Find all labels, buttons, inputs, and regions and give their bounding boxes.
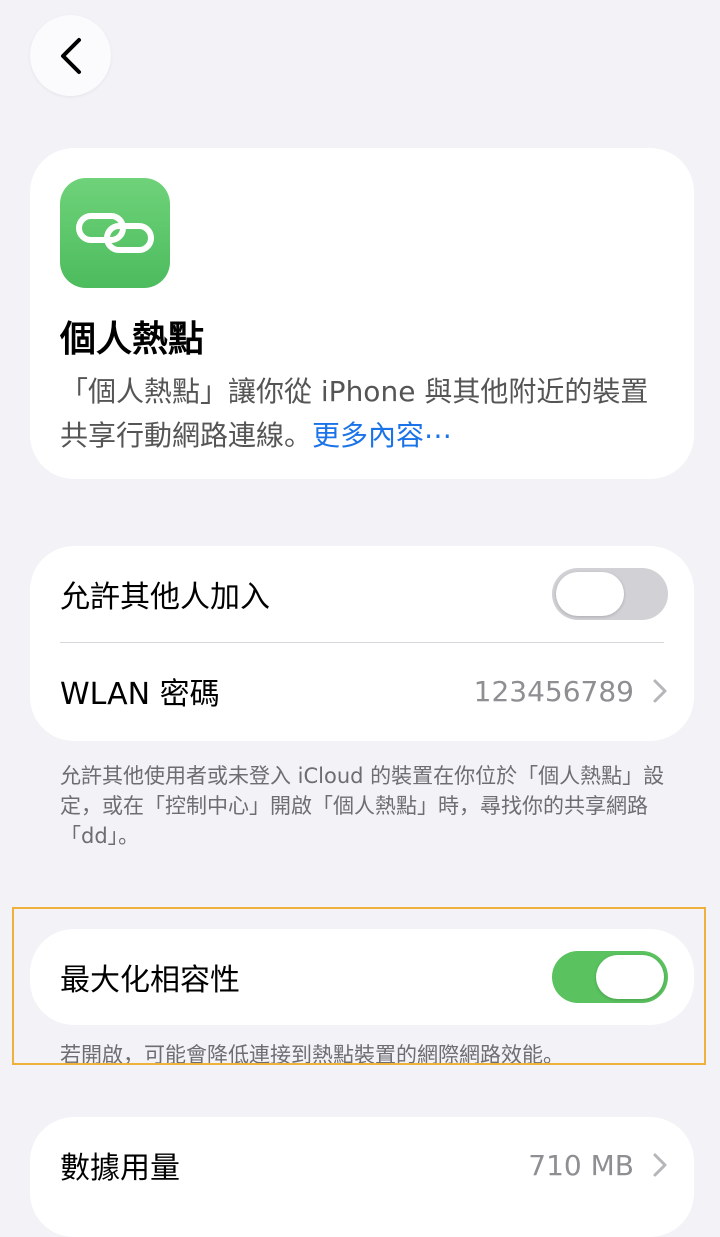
allow-others-toggle[interactable]	[552, 568, 668, 620]
wlan-password-label: WLAN 密碼	[60, 677, 220, 712]
more-info-link[interactable]: 更多內容⋯	[312, 419, 452, 452]
data-usage-row[interactable]: 數據用量 710 MB	[30, 1117, 694, 1213]
chevron-left-icon	[60, 37, 81, 74]
data-usage-card: 數據用量 710 MB	[30, 1117, 694, 1237]
chevron-right-icon	[653, 679, 667, 703]
chevron-right-icon	[653, 1153, 667, 1177]
link-chain-icon	[60, 178, 170, 288]
data-usage-value: 710 MB	[528, 1148, 634, 1182]
data-usage-label: 數據用量	[60, 1151, 180, 1186]
allow-others-row: 允許其他人加入	[30, 546, 694, 642]
hotspot-description: 「個人熱點」讓你從 iPhone 與其他附近的裝置共享行動網路連線。更多內容⋯	[60, 370, 660, 458]
access-footnote: 允許其他使用者或未登入 iCloud 的裝置在你位於「個人熱點」設定，或在「控制…	[60, 764, 665, 848]
access-settings-card: 允許其他人加入 WLAN 密碼 123456789	[30, 546, 694, 741]
wlan-password-row[interactable]: WLAN 密碼 123456789	[30, 643, 694, 739]
hotspot-info-card: 個人熱點 「個人熱點」讓你從 iPhone 與其他附近的裝置共享行動網路連線。更…	[30, 148, 694, 479]
wlan-password-value: 123456789	[473, 674, 634, 708]
allow-others-label: 允許其他人加入	[60, 580, 270, 615]
toggle-knob	[556, 572, 624, 616]
page-title: 個人熱點	[60, 319, 205, 360]
back-button[interactable]	[30, 15, 111, 96]
highlight-frame	[12, 907, 706, 1065]
